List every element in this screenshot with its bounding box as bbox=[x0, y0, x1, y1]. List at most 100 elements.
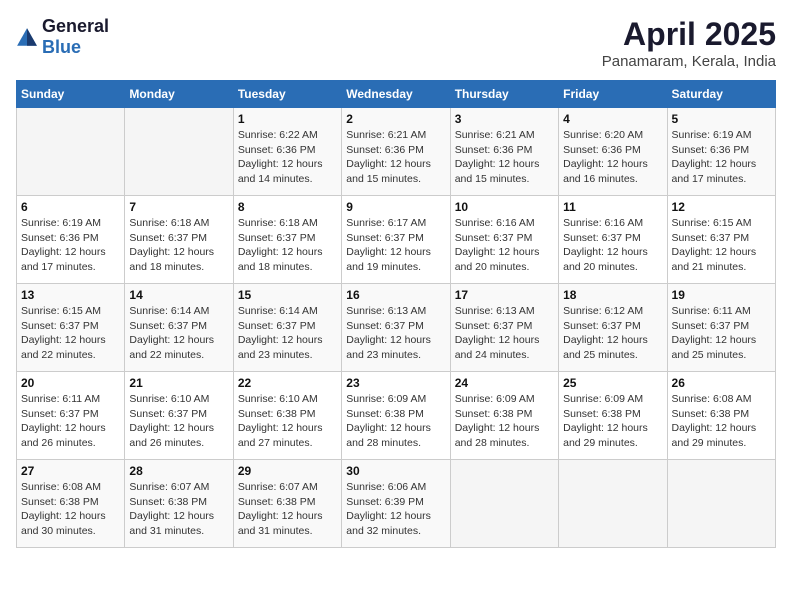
calendar-week-row: 20 Sunrise: 6:11 AM Sunset: 6:37 PM Dayli… bbox=[17, 372, 776, 460]
day-number: 3 bbox=[455, 112, 554, 126]
day-number: 5 bbox=[672, 112, 771, 126]
table-row: 10 Sunrise: 6:16 AM Sunset: 6:37 PM Dayli… bbox=[450, 196, 558, 284]
day-number: 10 bbox=[455, 200, 554, 214]
table-row bbox=[17, 108, 125, 196]
day-info: Sunrise: 6:15 AM Sunset: 6:37 PM Dayligh… bbox=[21, 304, 120, 363]
day-number: 17 bbox=[455, 288, 554, 302]
logo-general-text: General bbox=[42, 16, 109, 36]
day-info: Sunrise: 6:10 AM Sunset: 6:38 PM Dayligh… bbox=[238, 392, 337, 451]
day-number: 27 bbox=[21, 464, 120, 478]
day-number: 11 bbox=[563, 200, 662, 214]
logo-blue-text: Blue bbox=[42, 37, 81, 57]
day-info: Sunrise: 6:18 AM Sunset: 6:37 PM Dayligh… bbox=[238, 216, 337, 275]
day-info: Sunrise: 6:11 AM Sunset: 6:37 PM Dayligh… bbox=[21, 392, 120, 451]
day-info: Sunrise: 6:08 AM Sunset: 6:38 PM Dayligh… bbox=[21, 480, 120, 539]
table-row: 27 Sunrise: 6:08 AM Sunset: 6:38 PM Dayli… bbox=[17, 460, 125, 548]
day-info: Sunrise: 6:13 AM Sunset: 6:37 PM Dayligh… bbox=[346, 304, 445, 363]
day-number: 26 bbox=[672, 376, 771, 390]
table-row: 1Sunrise: 6:22 AM Sunset: 6:36 PM Daylig… bbox=[233, 108, 341, 196]
calendar-week-row: 1Sunrise: 6:22 AM Sunset: 6:36 PM Daylig… bbox=[17, 108, 776, 196]
table-row: 13 Sunrise: 6:15 AM Sunset: 6:37 PM Dayli… bbox=[17, 284, 125, 372]
table-row: 11 Sunrise: 6:16 AM Sunset: 6:37 PM Dayli… bbox=[559, 196, 667, 284]
day-number: 4 bbox=[563, 112, 662, 126]
day-number: 14 bbox=[129, 288, 228, 302]
table-row: 4 Sunrise: 6:20 AM Sunset: 6:36 PM Daylig… bbox=[559, 108, 667, 196]
day-number: 29 bbox=[238, 464, 337, 478]
calendar-week-row: 6Sunrise: 6:19 AM Sunset: 6:36 PM Daylig… bbox=[17, 196, 776, 284]
day-info: Sunrise: 6:09 AM Sunset: 6:38 PM Dayligh… bbox=[455, 392, 554, 451]
day-info: Sunrise: 6:06 AM Sunset: 6:39 PM Dayligh… bbox=[346, 480, 445, 539]
day-info: Sunrise: 6:18 AM Sunset: 6:37 PM Dayligh… bbox=[129, 216, 228, 275]
day-number: 19 bbox=[672, 288, 771, 302]
day-number: 7 bbox=[129, 200, 228, 214]
table-row bbox=[125, 108, 233, 196]
day-number: 20 bbox=[21, 376, 120, 390]
day-number: 13 bbox=[21, 288, 120, 302]
day-number: 15 bbox=[238, 288, 337, 302]
table-row: 19 Sunrise: 6:11 AM Sunset: 6:37 PM Dayli… bbox=[667, 284, 775, 372]
day-number: 28 bbox=[129, 464, 228, 478]
day-info: Sunrise: 6:11 AM Sunset: 6:37 PM Dayligh… bbox=[672, 304, 771, 363]
header-sunday: Sunday bbox=[17, 81, 125, 108]
day-number: 21 bbox=[129, 376, 228, 390]
calendar-week-row: 27 Sunrise: 6:08 AM Sunset: 6:38 PM Dayli… bbox=[17, 460, 776, 548]
table-row: 8 Sunrise: 6:18 AM Sunset: 6:37 PM Daylig… bbox=[233, 196, 341, 284]
day-info: Sunrise: 6:17 AM Sunset: 6:37 PM Dayligh… bbox=[346, 216, 445, 275]
header-thursday: Thursday bbox=[450, 81, 558, 108]
table-row: 22 Sunrise: 6:10 AM Sunset: 6:38 PM Dayli… bbox=[233, 372, 341, 460]
day-info: Sunrise: 6:16 AM Sunset: 6:37 PM Dayligh… bbox=[563, 216, 662, 275]
table-row: 24 Sunrise: 6:09 AM Sunset: 6:38 PM Dayli… bbox=[450, 372, 558, 460]
day-info: Sunrise: 6:13 AM Sunset: 6:37 PM Dayligh… bbox=[455, 304, 554, 363]
header-friday: Friday bbox=[559, 81, 667, 108]
table-row: 7 Sunrise: 6:18 AM Sunset: 6:37 PM Daylig… bbox=[125, 196, 233, 284]
table-row: 21 Sunrise: 6:10 AM Sunset: 6:37 PM Dayli… bbox=[125, 372, 233, 460]
day-number: 16 bbox=[346, 288, 445, 302]
header-monday: Monday bbox=[125, 81, 233, 108]
table-row: 2Sunrise: 6:21 AM Sunset: 6:36 PM Daylig… bbox=[342, 108, 450, 196]
table-row: 5 Sunrise: 6:19 AM Sunset: 6:36 PM Daylig… bbox=[667, 108, 775, 196]
logo-wordmark: General Blue bbox=[42, 16, 109, 58]
day-info: Sunrise: 6:07 AM Sunset: 6:38 PM Dayligh… bbox=[129, 480, 228, 539]
table-row: 18 Sunrise: 6:12 AM Sunset: 6:37 PM Dayli… bbox=[559, 284, 667, 372]
day-number: 2 bbox=[346, 112, 445, 126]
table-row bbox=[559, 460, 667, 548]
day-number: 8 bbox=[238, 200, 337, 214]
day-number: 18 bbox=[563, 288, 662, 302]
table-row: 28 Sunrise: 6:07 AM Sunset: 6:38 PM Dayli… bbox=[125, 460, 233, 548]
table-row: 25Sunrise: 6:09 AM Sunset: 6:38 PM Dayli… bbox=[559, 372, 667, 460]
table-row: 26Sunrise: 6:08 AM Sunset: 6:38 PM Dayli… bbox=[667, 372, 775, 460]
title-area: April 2025 Panamaram, Kerala, India bbox=[602, 16, 776, 70]
day-info: Sunrise: 6:14 AM Sunset: 6:37 PM Dayligh… bbox=[238, 304, 337, 363]
table-row bbox=[667, 460, 775, 548]
generalblue-icon bbox=[16, 26, 38, 48]
day-info: Sunrise: 6:15 AM Sunset: 6:37 PM Dayligh… bbox=[672, 216, 771, 275]
table-row bbox=[450, 460, 558, 548]
table-row: 14 Sunrise: 6:14 AM Sunset: 6:37 PM Dayli… bbox=[125, 284, 233, 372]
day-number: 24 bbox=[455, 376, 554, 390]
table-row: 23Sunrise: 6:09 AM Sunset: 6:38 PM Dayli… bbox=[342, 372, 450, 460]
table-row: 30Sunrise: 6:06 AM Sunset: 6:39 PM Dayli… bbox=[342, 460, 450, 548]
day-number: 6 bbox=[21, 200, 120, 214]
day-number: 9 bbox=[346, 200, 445, 214]
day-info: Sunrise: 6:12 AM Sunset: 6:37 PM Dayligh… bbox=[563, 304, 662, 363]
day-info: Sunrise: 6:22 AM Sunset: 6:36 PM Dayligh… bbox=[238, 128, 337, 187]
day-info: Sunrise: 6:20 AM Sunset: 6:36 PM Dayligh… bbox=[563, 128, 662, 187]
day-info: Sunrise: 6:09 AM Sunset: 6:38 PM Dayligh… bbox=[346, 392, 445, 451]
month-title: April 2025 bbox=[602, 16, 776, 53]
calendar-table: Sunday Monday Tuesday Wednesday Thursday… bbox=[16, 80, 776, 548]
page-header: General Blue April 2025 Panamaram, Keral… bbox=[16, 16, 776, 70]
day-info: Sunrise: 6:19 AM Sunset: 6:36 PM Dayligh… bbox=[672, 128, 771, 187]
logo: General Blue bbox=[16, 16, 109, 58]
day-info: Sunrise: 6:10 AM Sunset: 6:37 PM Dayligh… bbox=[129, 392, 228, 451]
day-number: 12 bbox=[672, 200, 771, 214]
table-row: 20 Sunrise: 6:11 AM Sunset: 6:37 PM Dayli… bbox=[17, 372, 125, 460]
table-row: 12 Sunrise: 6:15 AM Sunset: 6:37 PM Dayli… bbox=[667, 196, 775, 284]
day-info: Sunrise: 6:16 AM Sunset: 6:37 PM Dayligh… bbox=[455, 216, 554, 275]
day-info: Sunrise: 6:21 AM Sunset: 6:36 PM Dayligh… bbox=[455, 128, 554, 187]
table-row: 17 Sunrise: 6:13 AM Sunset: 6:37 PM Dayli… bbox=[450, 284, 558, 372]
header-saturday: Saturday bbox=[667, 81, 775, 108]
table-row: 16 Sunrise: 6:13 AM Sunset: 6:37 PM Dayli… bbox=[342, 284, 450, 372]
day-info: Sunrise: 6:14 AM Sunset: 6:37 PM Dayligh… bbox=[129, 304, 228, 363]
location-subtitle: Panamaram, Kerala, India bbox=[602, 53, 776, 70]
day-number: 22 bbox=[238, 376, 337, 390]
